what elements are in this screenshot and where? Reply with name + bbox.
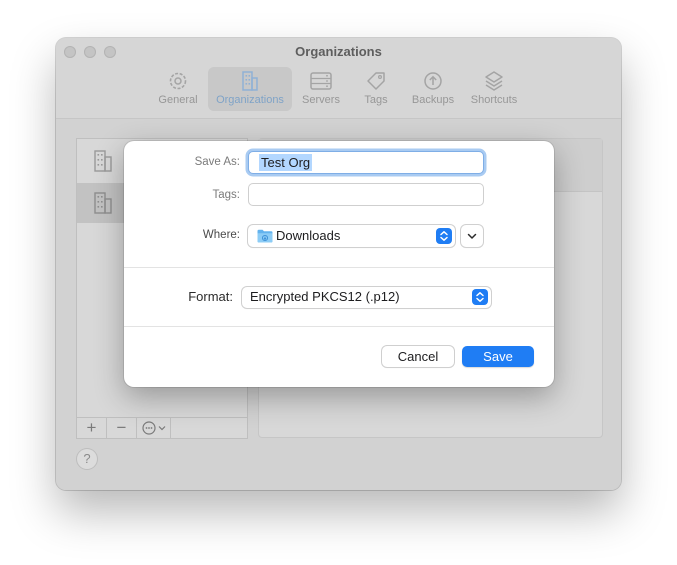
toolbar-label: General: [158, 94, 198, 106]
building-icon: [94, 192, 112, 214]
help-button[interactable]: ?: [77, 449, 97, 469]
popup-stepper: [436, 228, 452, 244]
save-as-label: Save As:: [194, 156, 240, 168]
remove-button[interactable]: −: [107, 418, 136, 438]
divider: [124, 326, 554, 327]
format-value: Encrypted PKCS12 (.p12): [250, 289, 400, 304]
divider: [124, 267, 554, 268]
add-button[interactable]: +: [77, 418, 106, 438]
building-icon: [94, 150, 112, 172]
layers-icon: [485, 71, 503, 91]
where-label: Where:: [202, 229, 240, 241]
format-label: Format:: [188, 289, 233, 304]
toolbar-label: Organizations: [216, 94, 284, 106]
backup-arrow-icon: [424, 72, 442, 90]
popup-stepper: [472, 289, 488, 305]
folder-icon: [257, 229, 273, 243]
save-as-value: Test Org: [259, 154, 313, 171]
format-popup[interactable]: Encrypted PKCS12 (.p12): [242, 287, 491, 308]
toolbar-tab-shortcuts[interactable]: Shortcuts: [454, 67, 534, 111]
save-as-field[interactable]: Test Org: [248, 151, 484, 174]
chevron-down-icon: [467, 233, 477, 239]
tags-field[interactable]: [248, 183, 484, 206]
where-popup[interactable]: Downloads: [248, 225, 455, 247]
chevron-up-down-icon: [440, 231, 448, 241]
toolbar-tab-organizations[interactable]: Organizations: [208, 67, 292, 111]
toolbar-tab-general[interactable]: General: [138, 67, 218, 111]
server-icon: [310, 72, 332, 90]
window-title: Organizations: [295, 44, 382, 59]
divider: [170, 418, 171, 438]
where-value: Downloads: [276, 228, 341, 243]
building-icon: [242, 71, 258, 91]
expand-browser-button[interactable]: [461, 225, 483, 247]
more-actions-button[interactable]: [137, 418, 170, 438]
list-action-bar: + −: [76, 417, 248, 439]
title-bar: Organizations: [56, 38, 621, 66]
cancel-button[interactable]: Cancel: [382, 346, 454, 367]
save-dialog: Save As: Test Org Tags: Where: Downloads…: [124, 141, 554, 387]
tag-icon: [367, 72, 385, 90]
save-button[interactable]: Save: [462, 346, 534, 367]
chevron-up-down-icon: [476, 292, 484, 302]
ellipsis-circle-icon: [141, 421, 165, 435]
toolbar-label: Shortcuts: [470, 94, 518, 106]
gear-icon: [169, 72, 187, 90]
tags-label: Tags:: [212, 189, 241, 201]
